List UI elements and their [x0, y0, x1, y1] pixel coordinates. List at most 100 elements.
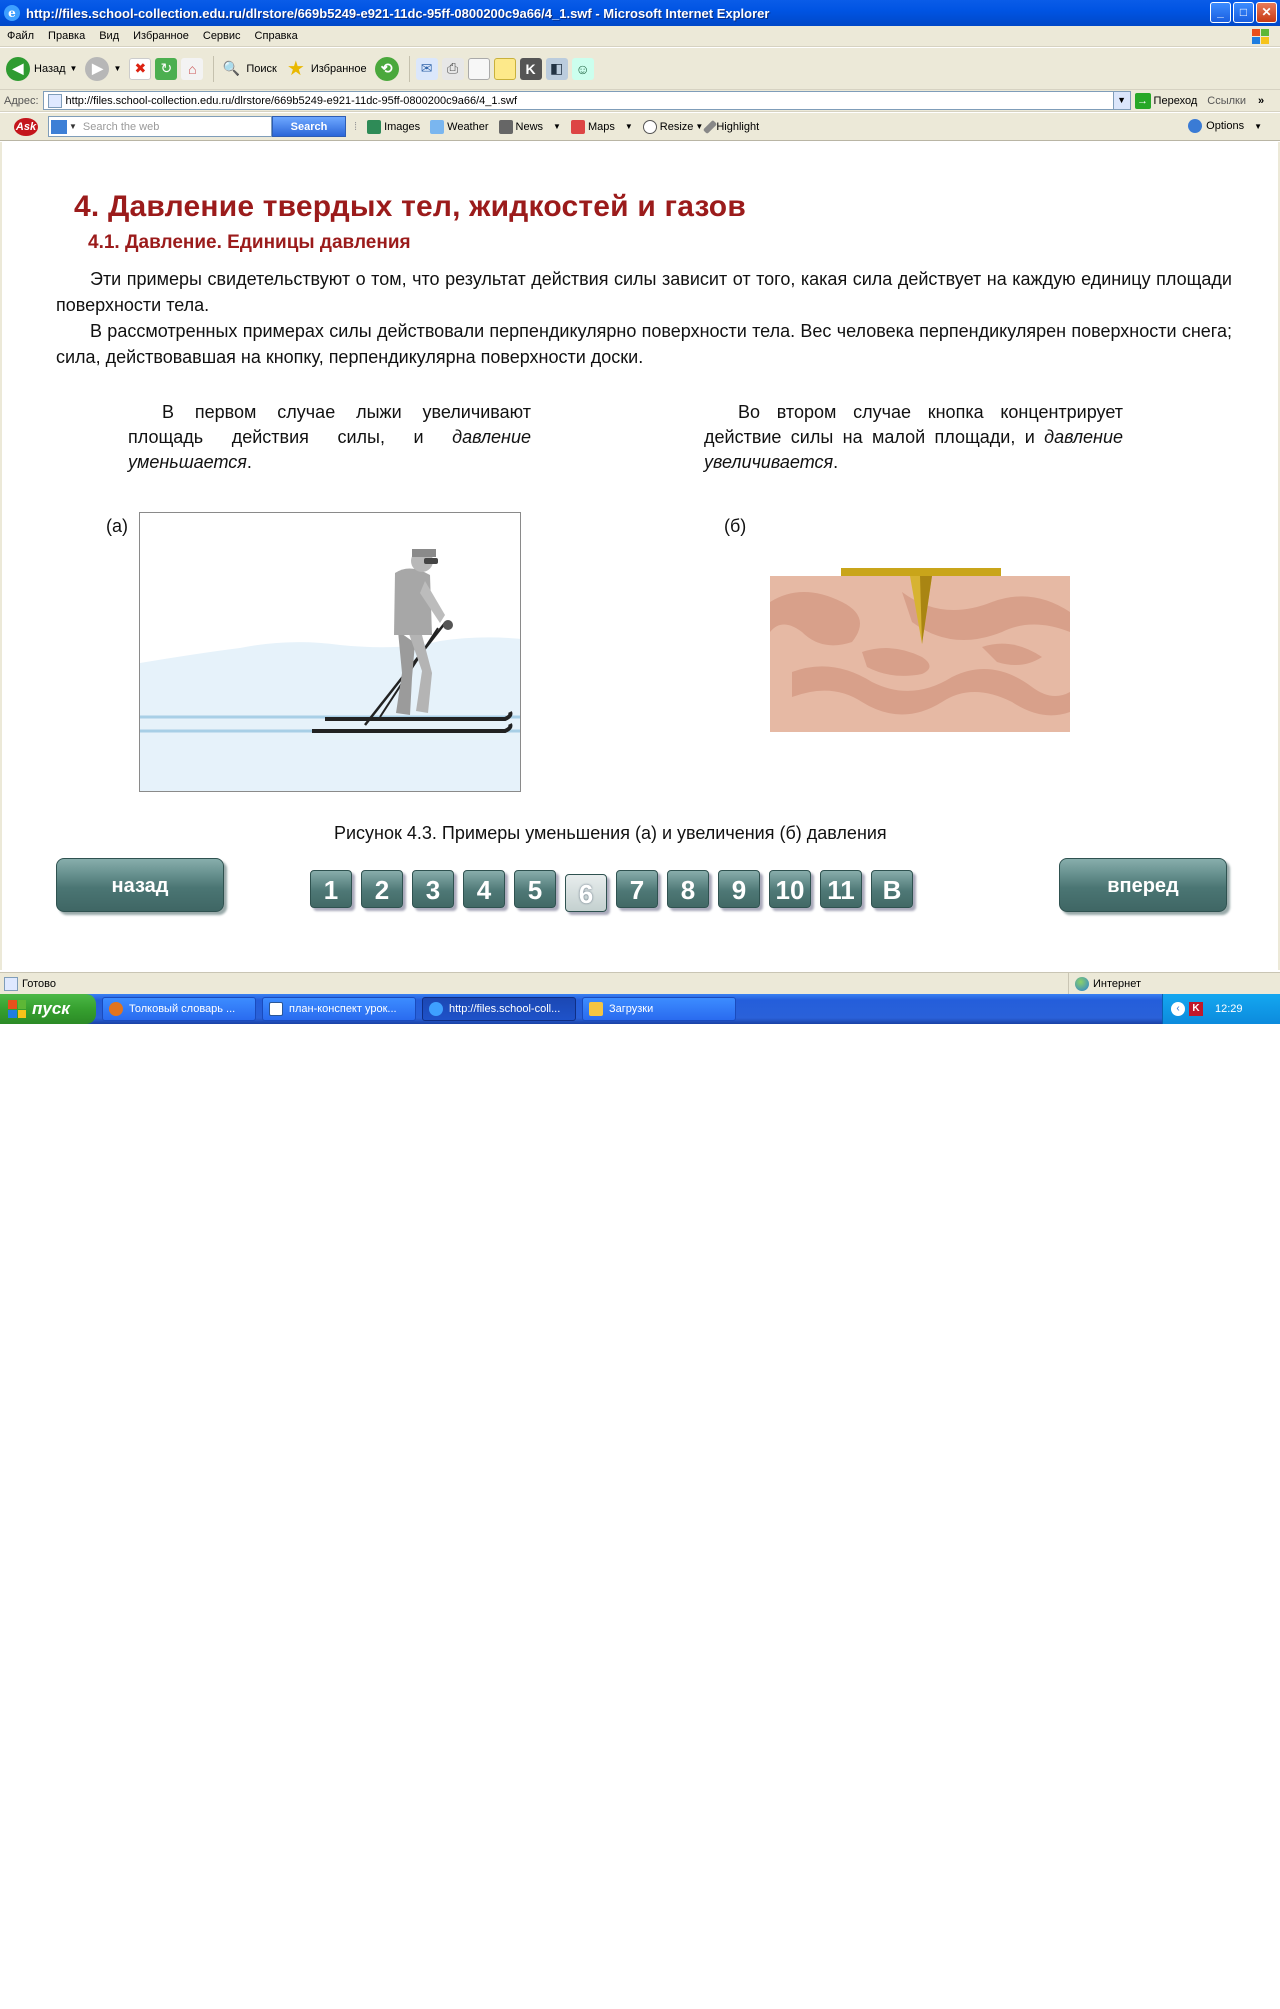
menu-help[interactable]: Справка: [248, 30, 305, 42]
globe-icon: [1075, 977, 1089, 991]
language-indicator[interactable]: EN: [1170, 1997, 1185, 2009]
figure-b-label: (б): [724, 516, 747, 536]
task-downloads[interactable]: Загрузки: [582, 997, 736, 1021]
search-button[interactable]: 🔍 Поиск: [220, 58, 277, 80]
ie-icon: e: [4, 5, 20, 21]
page-button-5[interactable]: 5: [514, 870, 556, 908]
address-dropdown-icon[interactable]: ▼: [1112, 92, 1130, 109]
kaspersky-icon[interactable]: K: [1189, 1002, 1203, 1016]
back-button[interactable]: ◀ Назад ▼: [6, 56, 77, 81]
start-button[interactable]: пуск: [0, 994, 96, 1024]
address-input[interactable]: http://files.school-collection.edu.ru/dl…: [42, 91, 1131, 110]
menu-tools[interactable]: Сервис: [196, 30, 248, 42]
menu-bar: Файл Правка Вид Избранное Сервис Справка: [0, 26, 1280, 47]
page-button-7[interactable]: 7: [616, 870, 658, 908]
ask-images[interactable]: Images: [367, 119, 420, 134]
menu-favorites[interactable]: Избранное: [126, 30, 196, 42]
figure-a-label: (а): [106, 516, 128, 536]
ask-resize[interactable]: Resize ▼: [642, 119, 703, 134]
history-icon[interactable]: ⟲: [374, 56, 399, 81]
k-icon[interactable]: K: [519, 57, 542, 80]
ask-search-input[interactable]: ▼ Search the web: [48, 116, 272, 137]
maps-icon: [570, 119, 585, 134]
go-label: Переход: [1153, 94, 1198, 107]
forward-arrow-icon: ▶: [85, 56, 110, 81]
page-button-8[interactable]: 8: [667, 870, 709, 908]
research-icon[interactable]: ◧: [545, 57, 568, 80]
figure-caption: Рисунок 4.3. Примеры уменьшения (а) и ув…: [334, 823, 887, 843]
close-button[interactable]: ✕: [1256, 2, 1277, 23]
stop-icon[interactable]: ✖: [129, 57, 152, 80]
page-button-2[interactable]: 2: [361, 870, 403, 908]
toolbar-chevron-icon[interactable]: »: [1258, 95, 1264, 107]
ask-news[interactable]: News ▼: [498, 119, 561, 134]
home-icon[interactable]: ⌂: [181, 57, 204, 80]
system-tray: ‹ K 12:29: [1162, 994, 1280, 1024]
address-label: Адрес:: [4, 94, 39, 107]
page-subtitle: 4.1. Давление. Единицы давления: [88, 232, 411, 253]
search-label: Поиск: [246, 62, 277, 75]
highlight-icon: [703, 119, 718, 134]
tray-arrow-icon[interactable]: ‹: [1171, 1002, 1185, 1016]
go-button[interactable]: → Переход: [1134, 92, 1198, 109]
ask-logo[interactable]: Ask: [14, 117, 38, 136]
page-button-4[interactable]: 4: [463, 870, 505, 908]
page-button-10[interactable]: 10: [769, 870, 811, 908]
page-icon: [47, 93, 62, 108]
status-text: Готово: [22, 977, 56, 990]
links-button[interactable]: Ссылки: [1207, 95, 1246, 107]
print-icon[interactable]: ⎙: [441, 57, 464, 80]
windows-logo-icon: [8, 1000, 26, 1018]
page-button-v[interactable]: В: [871, 870, 913, 908]
page-button-9[interactable]: 9: [718, 870, 760, 908]
word-icon: [269, 1002, 283, 1016]
ask-globe-icon: [51, 119, 67, 134]
minimize-button[interactable]: _: [1210, 2, 1231, 23]
ask-options-button[interactable]: Options ▼: [1188, 119, 1262, 133]
ask-highlight[interactable]: Highlight: [703, 119, 759, 134]
ask-weather[interactable]: Weather: [430, 119, 489, 134]
edit-icon[interactable]: [467, 57, 490, 80]
skier-illustration: [139, 512, 521, 792]
menu-edit[interactable]: Правка: [41, 30, 92, 42]
messenger-icon[interactable]: ☺: [571, 57, 594, 80]
search-icon: 🔍: [222, 60, 241, 76]
menu-view[interactable]: Вид: [92, 30, 126, 42]
notes-icon[interactable]: [493, 57, 516, 80]
task-ie-active[interactable]: http://files.school-coll...: [422, 997, 576, 1021]
task-word-doc[interactable]: план-конспект урок...: [262, 997, 416, 1021]
taskbar: пуск Толковый словарь ... план-конспект …: [0, 994, 1280, 2009]
page-button-1[interactable]: 1: [310, 870, 352, 908]
page-button-3[interactable]: 3: [412, 870, 454, 908]
menu-file[interactable]: Файл: [0, 30, 41, 42]
mail-icon[interactable]: ✉: [415, 57, 438, 80]
address-bar: Адрес: http://files.school-collection.ed…: [0, 90, 1280, 112]
forward-button[interactable]: ▶ ▼: [85, 56, 121, 81]
page-button-11[interactable]: 11: [820, 870, 862, 908]
ask-placeholder: Search the web: [82, 120, 160, 133]
maximize-button[interactable]: □: [1233, 2, 1254, 23]
status-bar: Готово Интернет: [0, 972, 1280, 995]
images-icon: [367, 119, 382, 134]
star-icon: ★: [286, 58, 305, 80]
task-dictionary[interactable]: Толковый словарь ...: [102, 997, 256, 1021]
window-titlebar: e http://files.school-collection.edu.ru/…: [0, 0, 1280, 26]
refresh-icon[interactable]: ↻: [155, 57, 178, 80]
ask-toolbar: Ask ▼ Search the web Search ⁞ Images Wea…: [0, 113, 1280, 141]
ask-maps[interactable]: Maps ▼: [570, 119, 633, 134]
paragraph-2: В рассмотренных примерах силы действовал…: [56, 321, 1232, 367]
ie-task-icon: [429, 1002, 443, 1016]
standard-toolbar: ◀ Назад ▼ ▶ ▼ ✖ ↻ ⌂ 🔍 Поиск ★ Избранное …: [0, 48, 1280, 90]
favorites-button[interactable]: ★ Избранное: [285, 58, 367, 80]
back-nav-button[interactable]: назад: [56, 858, 224, 912]
pushpin-illustration: [762, 562, 1082, 742]
forward-nav-button[interactable]: вперед: [1059, 858, 1227, 912]
paragraph-1: Эти примеры свидетельствуют о том, что р…: [56, 269, 1232, 315]
window-title: http://files.school-collection.edu.ru/dl…: [26, 5, 770, 21]
back-arrow-icon: ◀: [6, 56, 30, 81]
flash-content: 4. Давление твердых тел, жидкостей и газ…: [0, 142, 1280, 970]
windows-flag-icon: [1252, 29, 1269, 44]
ask-search-button[interactable]: Search: [272, 116, 346, 137]
page-button-6-active[interactable]: 6: [565, 874, 607, 912]
page-navigation: 1 2 3 4 5 6 7 8 9 10 11 В: [310, 870, 913, 912]
